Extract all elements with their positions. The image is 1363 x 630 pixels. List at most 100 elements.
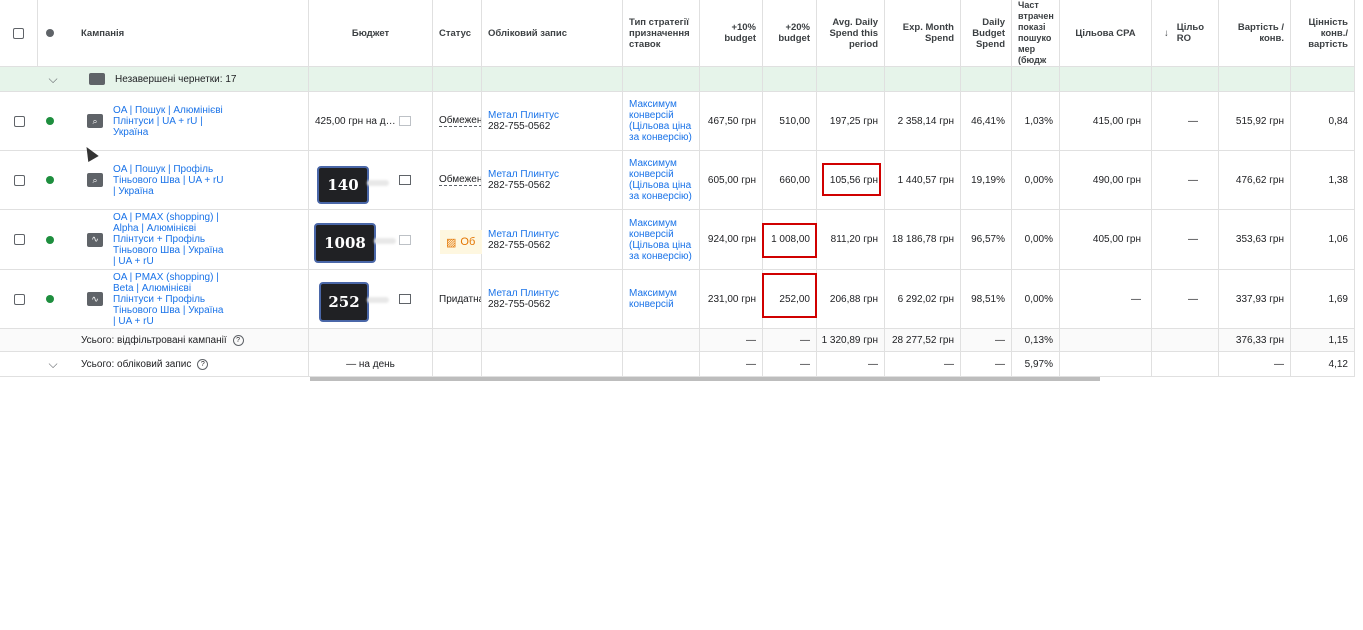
col-avg-daily[interactable]: Avg. Daily Spend this period [817, 0, 885, 66]
search-campaign-icon: ⌕ [87, 173, 103, 187]
exp-month-cell: 18 186,78 грн [885, 210, 961, 269]
budget-annotation-badge: 1008 [314, 223, 376, 263]
budget-value[interactable]: 425,00 грн на д… [315, 116, 396, 127]
totals-empty [623, 352, 700, 376]
totals-account-exp-month: — [885, 352, 961, 376]
strategy-cell: Максимум конверсій (Цільова ціна за конв… [623, 151, 700, 209]
draft-empty [700, 67, 763, 91]
exp-month-cell: 2 358,14 грн [885, 92, 961, 150]
account-name-link[interactable]: Метал Плинтус [488, 110, 559, 121]
row-status-cell [38, 92, 62, 150]
draft-empty [1152, 67, 1219, 91]
blurred-budget-text [367, 180, 389, 186]
budget-chart-icon[interactable] [399, 116, 411, 126]
target-cpa-cell[interactable]: — [1060, 270, 1152, 328]
exp-month-cell: 1 440,57 грн [885, 151, 961, 209]
avg-daily-cell: 206,88 грн [817, 270, 885, 328]
blurred-budget-text [374, 238, 396, 244]
status-text[interactable]: Придатна [439, 294, 481, 305]
col-plus10[interactable]: +10% budget [700, 0, 763, 66]
campaign-link[interactable]: OA | PMAX (shopping) | Alpha | Алюмінієв… [113, 212, 228, 267]
pmax-icon: ∿ [87, 292, 103, 306]
help-icon[interactable]: ? [232, 334, 244, 346]
help-icon[interactable]: ? [197, 358, 209, 370]
account-name-link[interactable]: Метал Плинтус [488, 229, 559, 240]
target-roas-cell[interactable]: — [1152, 210, 1219, 269]
target-roas-cell[interactable]: — [1152, 151, 1219, 209]
col-conv-value-cost[interactable]: Цінність конв./ вартість [1291, 0, 1355, 66]
table-row[interactable]: ∿ OA | PMAX (shopping) | Alpha | Алюмініє… [0, 210, 1355, 270]
col-target-cpa[interactable]: Цільова CPA [1060, 0, 1152, 66]
row-checkbox[interactable] [13, 174, 25, 186]
target-cpa-cell[interactable]: 405,00 грн [1060, 210, 1152, 269]
table-row[interactable]: ⌕ OA | Пошук | Профіль Тіньового Шва | UA… [0, 151, 1355, 210]
lost-share-cell: 0,00% [1012, 270, 1060, 328]
col-account-label: Обліковий запис [488, 27, 568, 39]
status-text[interactable]: Обмежен [439, 174, 481, 186]
row-select-cell [0, 210, 38, 269]
col-campaign[interactable]: Кампанія [75, 0, 309, 66]
avg-daily-cell: 811,20 грн [817, 210, 885, 269]
budget-chart-icon[interactable] [399, 175, 411, 185]
plus20-cell: 660,00 [763, 151, 817, 209]
row-checkbox[interactable] [13, 293, 25, 305]
strategy-link[interactable]: Максимум конверсій (Цільова ціна за конв… [629, 99, 693, 143]
col-bid-strategy[interactable]: Тип стратегії призначення ставок [623, 0, 700, 66]
totals-filtered-daily-budget-spend: — [961, 329, 1012, 351]
folder-icon [89, 73, 105, 85]
plus20-cell: 510,00 [763, 92, 817, 150]
daily-budget-spend-cell: 98,51% [961, 270, 1012, 328]
strategy-link[interactable]: Максимум конверсій (Цільова ціна за конв… [629, 158, 693, 202]
totals-account-label: Усього: обліковий запис [81, 358, 192, 370]
chevron-down-icon[interactable]: ⌵ [48, 72, 57, 87]
col-conv-value-cost-label: Цінність конв./ вартість [1308, 16, 1348, 50]
col-daily-budget-spend[interactable]: Daily Budget Spend [961, 0, 1012, 66]
strategy-link[interactable]: Максимум конверсій (Цільова ціна за конв… [629, 218, 693, 262]
col-target-roas[interactable]: ↓ Цільо RO [1152, 0, 1219, 66]
select-all-checkbox[interactable] [13, 27, 24, 39]
col-exp-month-label: Exp. Month Spend [902, 22, 954, 44]
account-name-link[interactable]: Метал Плинтус [488, 288, 559, 299]
campaign-link[interactable]: OA | Пошук | Алюмінієві Плінтуси | UA + … [113, 105, 228, 138]
account-name-link[interactable]: Метал Плинтус [488, 169, 559, 180]
col-lost-share[interactable]: Част втрачен показі пошуко мер (бюдж [1012, 0, 1060, 66]
budget-chart-icon[interactable] [399, 234, 411, 245]
totals-filtered-cost-conv: 376,33 грн [1219, 329, 1291, 351]
totals-empty [1060, 329, 1152, 351]
totals-filtered-lost-share: 0,13% [1012, 329, 1060, 351]
drafts-label: Незавершені чернетки: 17 [115, 73, 237, 85]
row-checkbox[interactable] [13, 115, 25, 127]
plus10-cell: 231,00 грн [700, 270, 763, 328]
table-row[interactable]: ∿ OA | PMAX (shopping) | Beta | Алюмінієв… [0, 270, 1355, 329]
horizontal-scrollbar[interactable] [310, 377, 1100, 381]
col-target-cpa-label: Цільова CPA [1075, 27, 1136, 39]
col-exp-month[interactable]: Exp. Month Spend [885, 0, 961, 66]
col-cost-conv-label: Вартість / конв. [1237, 22, 1284, 44]
exp-month-cell: 6 292,02 грн [885, 270, 961, 328]
campaign-link[interactable]: OA | Пошук | Профіль Тіньового Шва | UA … [113, 164, 228, 197]
target-cpa-cell[interactable]: 490,00 грн [1060, 151, 1152, 209]
col-cost-conv[interactable]: Вартість / конв. [1219, 0, 1291, 66]
drafts-row[interactable]: ⌵ Незавершені чернетки: 17 [0, 67, 1355, 92]
col-plus20[interactable]: +20% budget [763, 0, 817, 66]
status-dot-header [38, 0, 62, 66]
strategy-link[interactable]: Максимум конверсій [629, 288, 693, 310]
col-status-label: Статус [439, 27, 472, 39]
table-row[interactable]: ⌕ OA | Пошук | Алюмінієві Плінтуси | UA +… [0, 92, 1355, 151]
chevron-down-icon[interactable]: ⌵ [48, 357, 57, 372]
daily-budget-spend-cell: 46,41% [961, 92, 1012, 150]
status-warning-chip[interactable]: ▨ Об [440, 230, 482, 254]
daily-budget-spend-cell: 96,57% [961, 210, 1012, 269]
col-account[interactable]: Обліковий запис [482, 0, 623, 66]
target-roas-cell[interactable]: — [1152, 92, 1219, 150]
campaign-link[interactable]: OA | PMAX (shopping) | Beta | Алюмінієві… [113, 272, 228, 327]
col-budget[interactable]: Бюджет [309, 0, 433, 66]
row-checkbox[interactable] [13, 234, 25, 245]
target-roas-cell[interactable]: — [1152, 270, 1219, 328]
budget-chart-icon[interactable] [399, 294, 411, 304]
target-cpa-cell[interactable]: 415,00 грн [1060, 92, 1152, 150]
row-select-cell [0, 92, 38, 150]
col-status[interactable]: Статус [433, 0, 482, 66]
enabled-status-dot-icon [46, 235, 54, 244]
status-text[interactable]: Обмежен [439, 115, 481, 127]
